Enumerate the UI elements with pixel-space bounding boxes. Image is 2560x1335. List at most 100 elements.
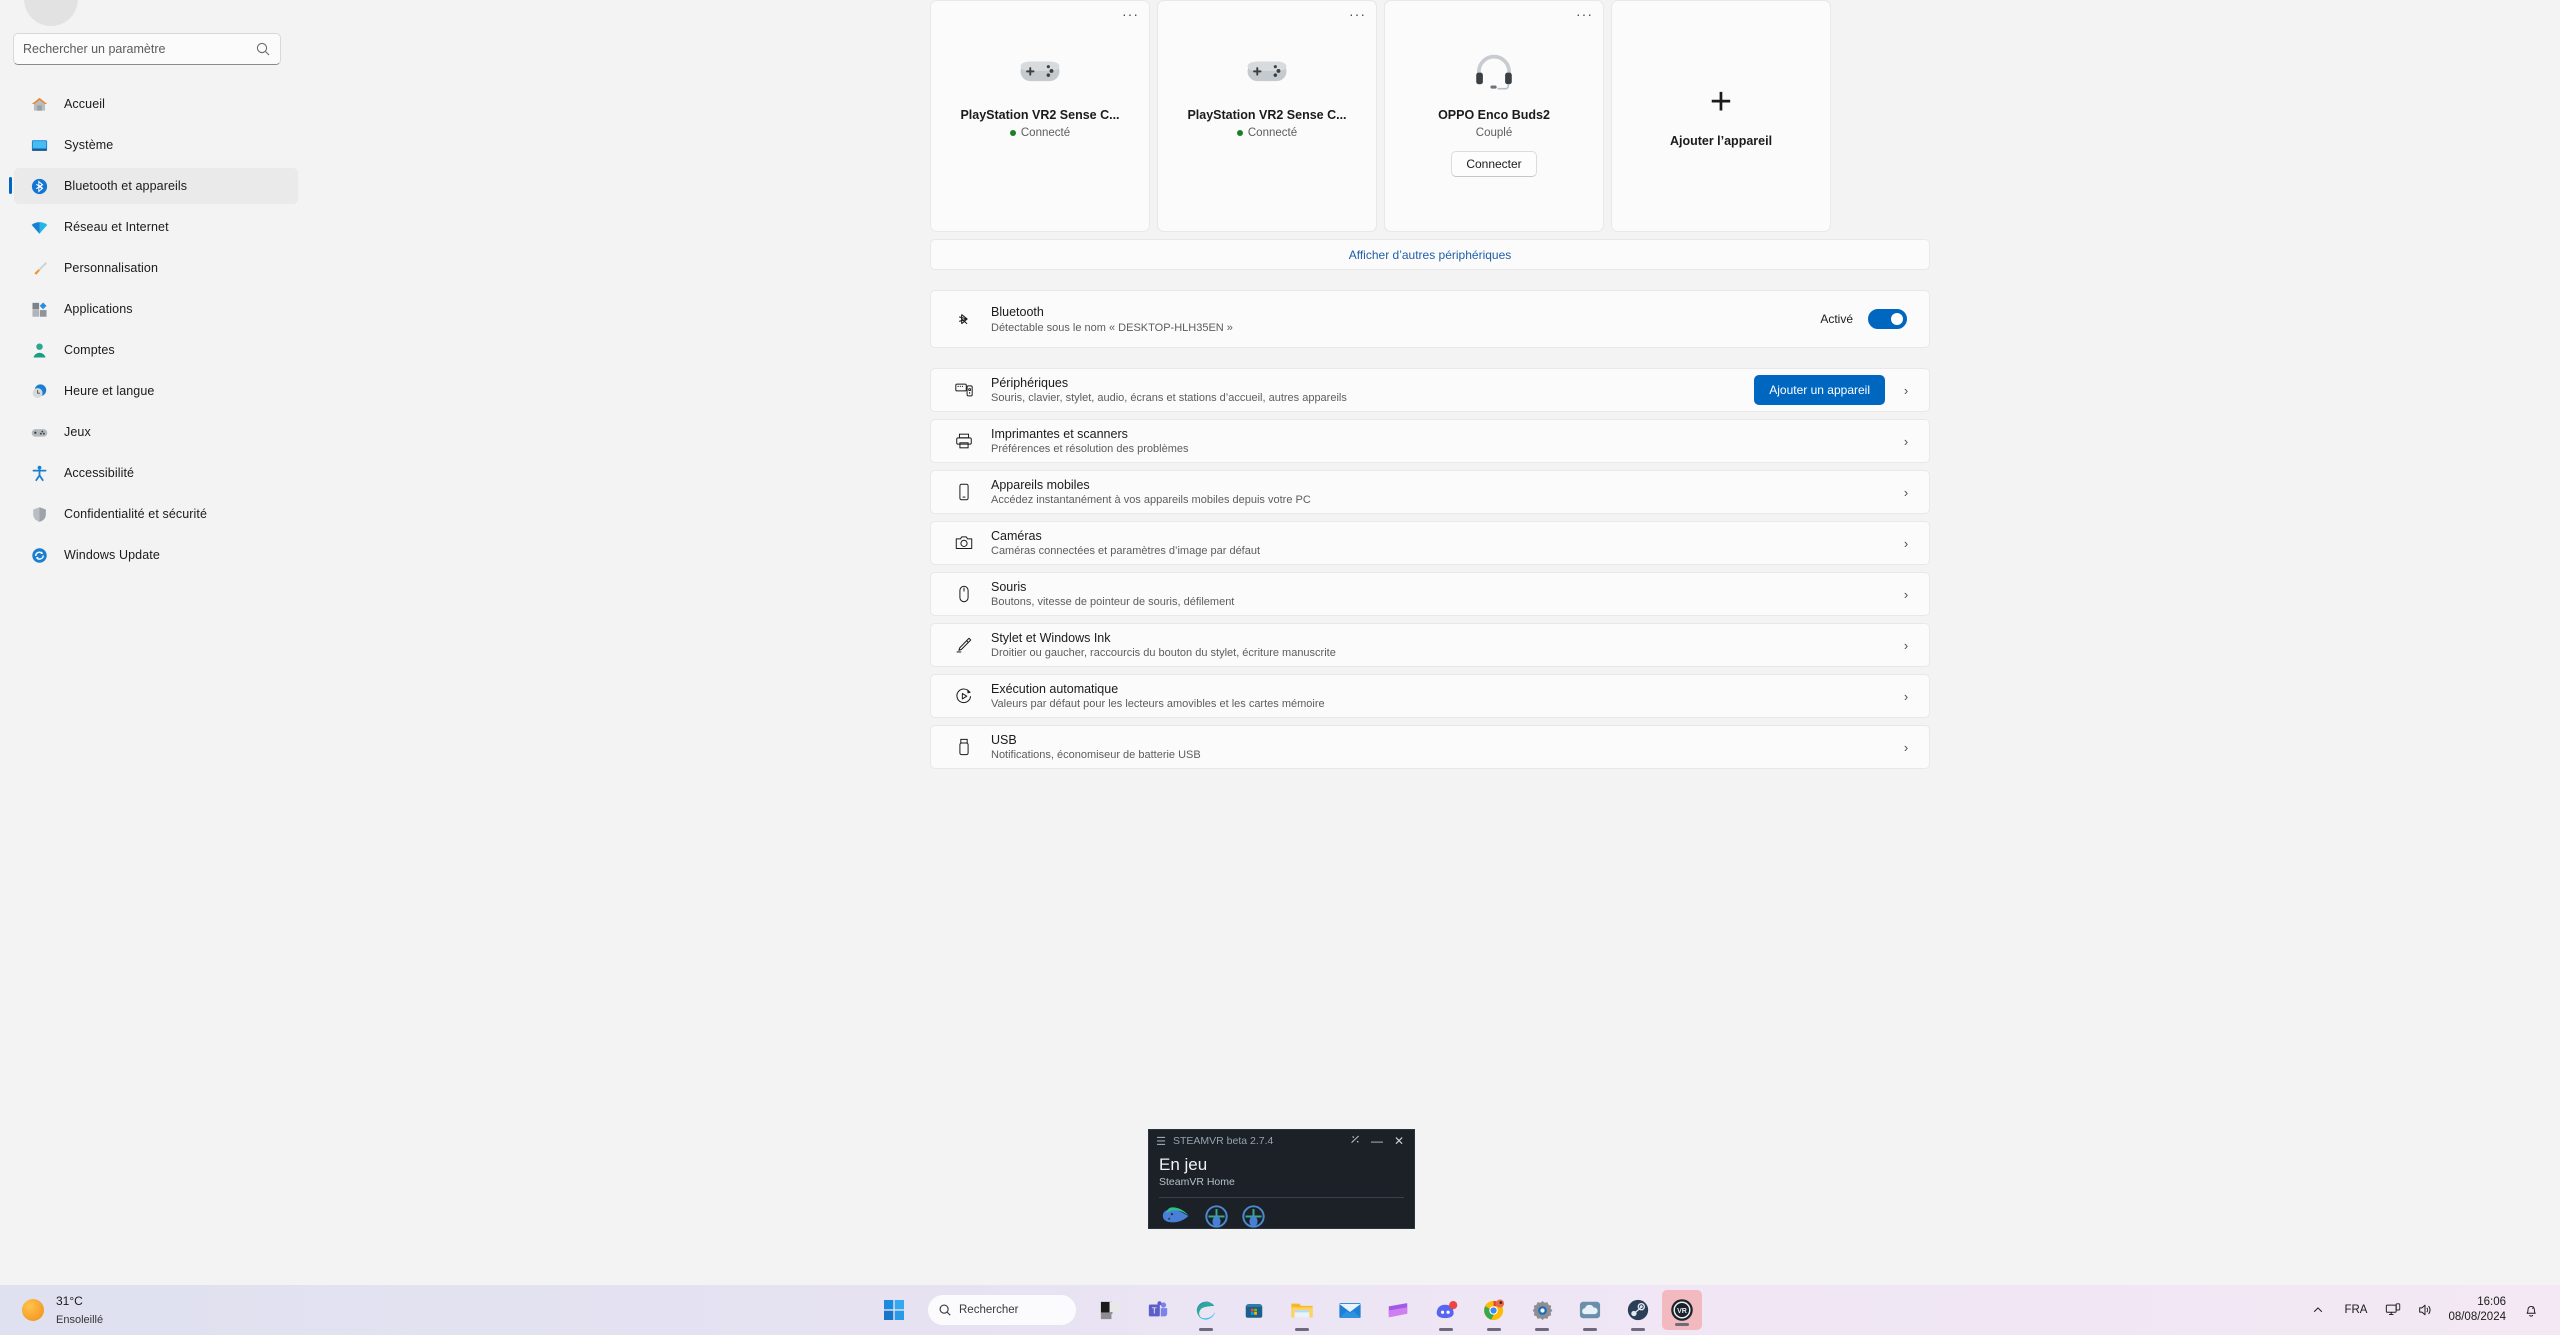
add-device-label: Ajouter l’appareil [1669,133,1773,148]
sidebar-item-label: Applications [64,302,133,316]
add-device-button[interactable]: Ajouter un appareil [1754,375,1885,405]
hamburger-icon[interactable]: ☰ [1153,1135,1169,1148]
row-subtitle: Droitier ou gaucher, raccourcis du bouto… [991,647,1336,659]
settings-row-peripheriques[interactable]: Périphériques Souris, clavier, stylet, a… [930,368,1930,412]
sidebar-item-accessibilite[interactable]: Accessibilité [14,455,298,491]
microsoft-store-icon[interactable] [1230,1285,1278,1335]
row-text: Souris Boutons, vitesse de pointeur de s… [991,580,1897,608]
pen-icon [953,635,975,655]
sidebar-item-bluetooth-et-appareils[interactable]: Bluetooth et appareils [9,168,298,204]
network-icon[interactable] [2378,1290,2408,1330]
taskbar-search-box[interactable]: Rechercher [928,1295,1076,1325]
onedrive-icon[interactable] [1566,1285,1614,1335]
monitor-icon [30,136,49,155]
taskbar-search-label: Rechercher [959,1304,1019,1316]
minimize-button[interactable]: — [1366,1134,1388,1148]
chevron-up-icon[interactable] [2303,1290,2333,1330]
search-icon [255,41,271,57]
chrome-icon[interactable] [1470,1285,1518,1335]
connect-button[interactable]: Connecter [1451,151,1537,177]
sidebar-item-label: Personnalisation [64,261,159,275]
teams-icon[interactable]: T [1134,1285,1182,1335]
row-text: USB Notifications, économiseur de batter… [991,733,1897,761]
sidebar-item-windows-update[interactable]: Windows Update [14,537,298,573]
apps-icon [30,300,49,319]
bluetooth-toggle[interactable] [1868,309,1907,329]
settings-row-usb[interactable]: USB Notifications, économiseur de batter… [930,725,1930,769]
show-more-devices-link[interactable]: Afficher d’autres périphériques [930,239,1930,270]
steamvr-status: En jeu SteamVR Home [1149,1152,1414,1188]
settings-row-stylet-et-windows-ink[interactable]: Stylet et Windows Ink Droitier ou gauche… [930,623,1930,667]
windows-start-icon[interactable] [870,1285,918,1335]
sun-icon [22,1299,44,1321]
steamvr-icon[interactable]: VR [1662,1290,1702,1330]
bluetooth-icon [30,177,49,196]
device-card[interactable]: ··· PlayStation VR2 Sense C... Connecté [930,0,1150,232]
bell-dnd-icon[interactable]: z [2516,1290,2546,1330]
update-icon [30,546,49,565]
volume-icon[interactable] [2410,1290,2440,1330]
controller-right-icon[interactable] [1241,1204,1266,1228]
sidebar-item-heure-et-langue[interactable]: Heure et langue [14,373,298,409]
search-input[interactable] [23,42,255,56]
sidebar-item-applications[interactable]: Applications [14,291,298,327]
weather-text: 31°C Ensoleillé [56,1292,103,1328]
sidebar-item-confidentialite-et-securite[interactable]: Confidentialité et sécurité [14,496,298,532]
clipchamp-icon[interactable] [1374,1285,1422,1335]
task-view-icon[interactable] [1086,1285,1134,1335]
headset-icon[interactable] [1161,1204,1192,1228]
steam-icon[interactable] [1614,1285,1662,1335]
clock-globe-icon [30,382,49,401]
bluetooth-state-label: Activé [1820,312,1853,326]
settings-search-box[interactable] [13,33,281,65]
svg-text:T: T [1152,1307,1157,1316]
discord-icon[interactable] [1422,1285,1470,1335]
row-text: Appareils mobiles Accédez instantanément… [991,478,1897,506]
bluetooth-devices-page: ··· PlayStation VR2 Sense C... Connecté … [930,0,1930,769]
sidebar-item-label: Réseau et Internet [64,220,169,234]
device-card[interactable]: ··· PlayStation VR2 Sense C... Connecté [1157,0,1377,232]
sidebar-item-personnalisation[interactable]: Personnalisation [14,250,298,286]
devices-icon [953,380,975,400]
settings-main: ··· PlayStation VR2 Sense C... Connecté … [310,0,2560,1285]
settings-icon[interactable] [1518,1285,1566,1335]
sidebar-item-label: Windows Update [64,548,160,562]
mail-icon[interactable] [1326,1285,1374,1335]
card-overflow-menu-button[interactable]: ··· [1576,7,1593,21]
settings-row-imprimantes-et-scanners[interactable]: Imprimantes et scanners Préférences et r… [930,419,1930,463]
sidebar-item-jeux[interactable]: Jeux [14,414,298,450]
language-indicator[interactable]: FRA [2335,1304,2376,1316]
device-card[interactable]: ··· OPPO Enco Buds2 Couplé Connecter [1384,0,1604,232]
sidebar-item-systeme[interactable]: Système [14,127,298,163]
settings-row-cameras[interactable]: Caméras Caméras connectées et paramètres… [930,521,1930,565]
edge-icon[interactable] [1182,1285,1230,1335]
device-status: Connecté [1009,127,1071,139]
home-icon [30,95,49,114]
phone-icon [953,482,975,502]
card-overflow-menu-button[interactable]: ··· [1349,7,1366,21]
row-title: Stylet et Windows Ink [991,631,1111,645]
sidebar-item-comptes[interactable]: Comptes [14,332,298,368]
sidebar-item-accueil[interactable]: Accueil [14,86,298,122]
device-status-label: Connecté [1020,127,1071,139]
taskbar-weather-widget[interactable]: 31°C Ensoleillé [22,1292,272,1328]
vr-settings-icon[interactable] [1344,1134,1366,1148]
sidebar-item-reseau-et-internet[interactable]: Réseau et Internet [14,209,298,245]
controller-left-icon[interactable] [1204,1204,1229,1228]
close-icon[interactable]: ✕ [1388,1134,1410,1148]
row-title: USB [991,733,1017,747]
accessibility-icon [30,464,49,483]
settings-row-souris[interactable]: Souris Boutons, vitesse de pointeur de s… [930,572,1930,616]
status-dot-icon [1236,130,1243,136]
avatar[interactable] [24,0,78,26]
settings-row-execution-automatique[interactable]: Exécution automatique Valeurs par défaut… [930,674,1930,718]
settings-row-appareils-mobiles[interactable]: Appareils mobiles Accédez instantanément… [930,470,1930,514]
mouse-icon [953,584,975,604]
steamvr-status-window[interactable]: ☰ STEAMVR beta 2.7.4 — ✕ En jeu SteamVR … [1148,1129,1415,1229]
file-explorer-icon[interactable] [1278,1285,1326,1335]
taskbar-clock[interactable]: 16:06 08/08/2024 [2442,1295,2514,1325]
card-overflow-menu-button[interactable]: ··· [1122,7,1139,21]
row-title: Souris [991,580,1027,594]
row-text: Caméras Caméras connectées et paramètres… [991,529,1897,557]
add-device-card[interactable]: + Ajouter l’appareil [1611,0,1831,232]
